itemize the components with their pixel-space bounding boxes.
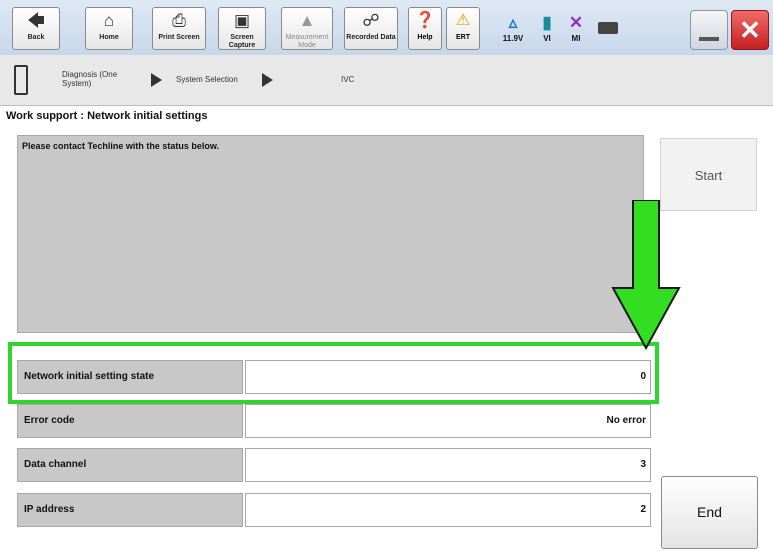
ert-button[interactable]: ⚠ ERT (446, 7, 480, 50)
mi-status: ✕ MI (563, 12, 589, 43)
breadcrumb: Diagnosis (One System) System Selection … (0, 55, 773, 106)
error-code-label: Error code (17, 404, 243, 438)
breadcrumb-arrow-icon (151, 73, 162, 87)
back-icon: 🡄 (27, 11, 45, 30)
phone-icon (14, 65, 28, 95)
breadcrumb-diagnosis[interactable]: Diagnosis (One System) (62, 70, 142, 88)
page-title: Work support : Network initial settings (6, 110, 208, 122)
screen-capture-button[interactable]: ▣ Screen Capture (218, 7, 266, 50)
camera-icon: ▣ (233, 11, 251, 30)
print-icon: ⎙ (172, 11, 186, 30)
close-button[interactable]: ✕ (731, 10, 769, 50)
warning-icon: ⚠ (455, 12, 471, 29)
ip-address-value: 2 (245, 493, 651, 527)
highlight-box (8, 342, 659, 404)
breadcrumb-ivc: IVC (341, 75, 355, 84)
help-button[interactable]: ❓ Help (408, 7, 442, 50)
close-icon: ✕ (739, 15, 761, 45)
vi-status: ▮ VI (534, 12, 560, 43)
breadcrumb-system-selection[interactable]: System Selection (176, 75, 238, 84)
print-screen-button[interactable]: ⎙ Print Screen (152, 7, 206, 50)
signal-icon: ▮ (542, 13, 552, 32)
breadcrumb-arrow-icon (262, 73, 273, 87)
help-icon: ❓ (415, 12, 435, 29)
end-button[interactable]: End (661, 476, 758, 549)
home-button[interactable]: ⌂ Home (85, 7, 133, 50)
mi-x-icon: ✕ (568, 13, 584, 32)
back-button[interactable]: 🡄 Back (12, 7, 60, 50)
minimize-icon (699, 37, 719, 41)
status-message-box: Please contact Techline with the status … (17, 135, 644, 333)
home-icon: ⌂ (103, 11, 115, 30)
down-arrow-annotation (611, 200, 681, 350)
minimize-button[interactable] (690, 10, 728, 50)
data-channel-label: Data channel (17, 448, 243, 482)
status-message: Please contact Techline with the status … (22, 141, 220, 151)
recorded-data-icon: ☍ (362, 11, 380, 30)
toolbar: 🡄 Back ⌂ Home ⎙ Print Screen ▣ Screen Ca… (0, 0, 773, 56)
measurement-mode-button[interactable]: ▲ Measurement Mode (281, 7, 333, 50)
data-channel-value: 3 (245, 448, 651, 482)
recorded-data-button[interactable]: ☍ Recorded Data (344, 7, 398, 50)
car-icon: ▵ (508, 13, 518, 32)
measurement-icon: ▲ (298, 11, 316, 30)
ip-address-label: IP address (17, 493, 243, 527)
battery-status: ▵ 11.9V (494, 12, 532, 43)
error-code-value: No error (245, 404, 651, 438)
battery-icon (598, 22, 618, 34)
